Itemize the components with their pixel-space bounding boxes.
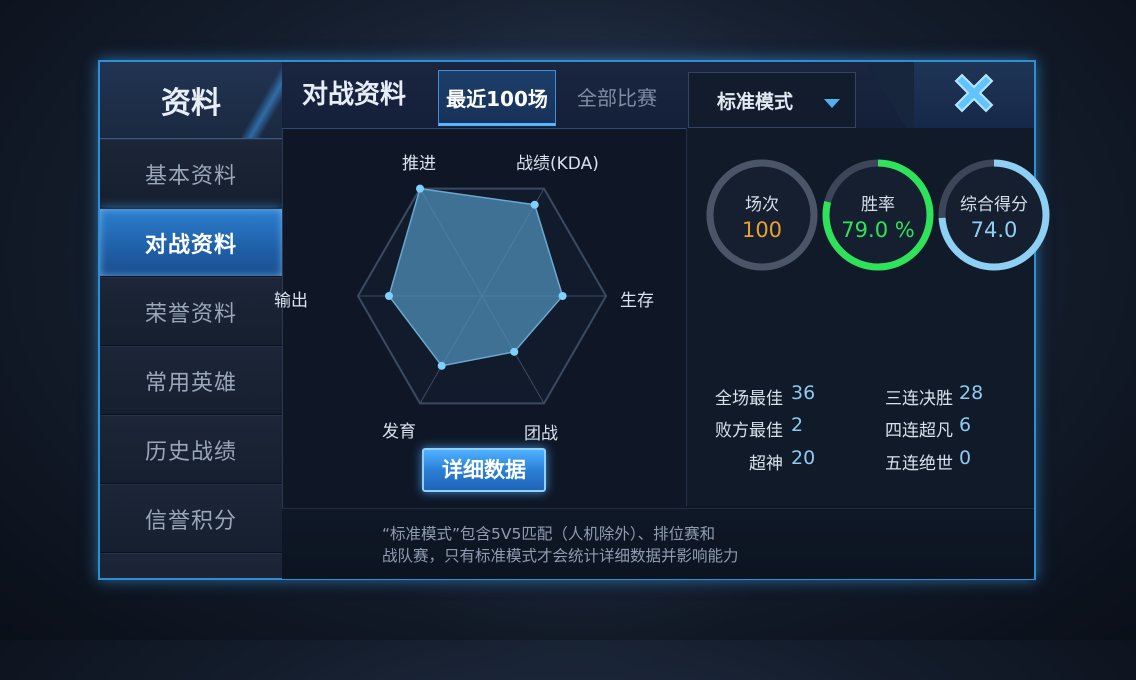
stat-value-legendary: 20 xyxy=(791,447,816,469)
mode-dropdown-value: 标准模式 xyxy=(717,90,794,113)
ring-score-label: 综合得分 xyxy=(960,195,1028,215)
stat-label-triple-kill: 三连决胜 xyxy=(885,389,953,409)
ring-score-value: 74.0 xyxy=(970,218,1018,242)
radar-label-kda: 战绩(KDA) xyxy=(516,153,599,174)
sidebar: 资料 基本资料 对战资料 荣誉资料 常用英雄 历史战绩 信誉积分 师徒信息 xyxy=(100,62,283,578)
close-button[interactable] xyxy=(914,62,1034,128)
radar-label-farming: 发育 xyxy=(382,422,416,443)
sidebar-item-credit-score[interactable]: 信誉积分 xyxy=(100,484,282,553)
sidebar-item-mentor-info[interactable]: 师徒信息 xyxy=(100,553,282,578)
mode-dropdown[interactable]: 标准模式 xyxy=(688,72,856,128)
close-x-icon xyxy=(950,69,998,121)
ring-winrate-value: 79.0 % xyxy=(841,218,915,242)
ring-winrate-graphic xyxy=(822,159,934,271)
stat-value-triple-kill: 28 xyxy=(959,382,984,404)
sidebar-item-common-heroes[interactable]: 常用英雄 xyxy=(100,346,282,415)
sidebar-item-honor-info[interactable]: 荣誉资料 xyxy=(100,277,282,346)
ring-score-graphic xyxy=(938,159,1050,271)
stat-label-quadra-kill: 四连超凡 xyxy=(885,421,953,441)
sidebar-item-match-history[interactable]: 历史战绩 xyxy=(100,415,282,484)
radar-label-damage: 输出 xyxy=(274,291,308,311)
ring-matches-value: 100 xyxy=(741,218,783,242)
detail-data-button[interactable]: 详细数据 xyxy=(422,448,546,492)
stat-value-quadra-kill: 6 xyxy=(959,414,972,436)
ring-winrate-label: 胜率 xyxy=(861,195,895,215)
footer-line-1: “标准模式”包含5V5匹配（人机除外）、排位赛和 xyxy=(382,525,716,543)
tab-all-matches[interactable]: 全部比赛 xyxy=(562,70,672,126)
sidebar-item-basic-info[interactable]: 基本资料 xyxy=(100,139,282,208)
chevron-down-icon xyxy=(823,95,841,114)
radar-point xyxy=(558,292,567,300)
stats-area: 场次 100 胜率 79.0 % 综合得分 74.0 全场最佳 36 败方最佳 … xyxy=(686,128,1050,506)
profile-panel: 资料 基本资料 对战资料 荣誉资料 常用英雄 历史战绩 信誉积分 师徒信息 对战… xyxy=(98,60,1050,580)
header-bar: 对战资料 最近100场 全部比赛 标准模式 xyxy=(282,62,1034,129)
page-title: 对战资料 xyxy=(302,80,407,110)
ring-winrate: 胜率 79.0 % xyxy=(821,158,935,272)
radar-point xyxy=(530,200,539,209)
radar-point xyxy=(416,184,424,193)
footer-note: “标准模式”包含5V5匹配（人机除外）、排位赛和 战队赛，只有标准模式才会统计详… xyxy=(282,508,1034,579)
stat-label-loser-mvp: 败方最佳 xyxy=(715,421,783,441)
ring-score: 综合得分 74.0 xyxy=(937,158,1051,272)
stat-value-mvp: 36 xyxy=(791,382,816,404)
radar-point xyxy=(385,292,393,300)
radar-label-survival: 生存 xyxy=(620,291,654,311)
stat-value-loser-mvp: 2 xyxy=(791,414,804,436)
stat-value-penta-kill: 0 xyxy=(959,447,972,469)
radar-point xyxy=(437,361,446,370)
radar-label-push: 推进 xyxy=(402,153,436,174)
stat-label-mvp: 全场最佳 xyxy=(715,389,783,409)
stat-label-legendary: 超神 xyxy=(749,454,783,474)
radar-label-teamfight: 团战 xyxy=(524,424,558,445)
ring-matches: 场次 100 xyxy=(705,158,819,272)
sidebar-title: 资料 xyxy=(100,62,282,139)
footer-line-2: 战队赛，只有标准模式才会统计详细数据并影响能力 xyxy=(382,547,739,565)
sidebar-item-battle-info[interactable]: 对战资料 xyxy=(100,208,282,277)
radar-point xyxy=(510,347,519,356)
ring-matches-graphic xyxy=(706,159,818,271)
tab-recent-100[interactable]: 最近100场 xyxy=(438,70,556,126)
stat-label-penta-kill: 五连绝世 xyxy=(885,454,953,474)
footer-text: “标准模式”包含5V5匹配（人机除外）、排位赛和 战队赛，只有标准模式才会统计详… xyxy=(382,523,802,567)
ring-matches-label: 场次 xyxy=(745,195,779,215)
